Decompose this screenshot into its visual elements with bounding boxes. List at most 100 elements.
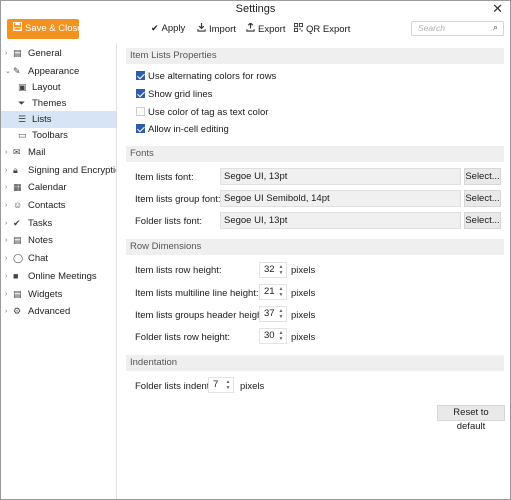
save-icon: [13, 19, 23, 39]
sidebar-label: Tasks: [28, 218, 53, 229]
sidebar: › ▤ General ⌄ ✎ Appearance ▣ Layout ⏷ Th…: [1, 43, 117, 499]
tag-color-checkbox[interactable]: Use color of tag as text color: [136, 106, 268, 120]
checkbox-checked[interactable]: [136, 124, 145, 133]
chevron-right-icon: ›: [5, 237, 8, 244]
search-icon: ⌕: [492, 22, 498, 32]
window-title: Settings: [235, 3, 276, 15]
chevron-right-icon: ›: [5, 149, 8, 156]
qr-export-label: QR Export: [306, 24, 351, 35]
sidebar-item-chat[interactable]: › ◯ Chat: [1, 250, 116, 267]
sidebar-item-mail[interactable]: › ✉ Mail: [1, 144, 116, 161]
sidebar-item-contacts[interactable]: › ☺ Contacts: [1, 197, 116, 214]
chevron-down-icon: ⌄: [5, 68, 11, 75]
sidebar-item-layout[interactable]: ▣ Layout: [1, 79, 116, 96]
folder-indent-spinner[interactable]: 7 ▲ ▼: [208, 377, 234, 393]
sidebar-item-themes[interactable]: ⏷ Themes: [1, 95, 116, 112]
title-bar: Settings ✕: [1, 1, 510, 19]
section-header-fonts: Fonts: [126, 146, 504, 162]
lock-icon: 🔒︎: [13, 165, 18, 175]
chevron-right-icon: ›: [5, 220, 8, 227]
import-icon: [197, 23, 206, 34]
chevron-right-icon: ›: [5, 291, 8, 298]
layout-icon: ▣: [18, 82, 27, 92]
spinner-arrows-icon[interactable]: ▲ ▼: [278, 308, 284, 321]
close-icon[interactable]: ✕: [492, 1, 503, 17]
chevron-right-icon: ›: [5, 50, 8, 57]
checkbox-unchecked[interactable]: [136, 107, 145, 116]
unit-label: pixels: [291, 288, 316, 299]
sidebar-item-widgets[interactable]: › ▤ Widgets: [1, 286, 116, 303]
sidebar-item-general[interactable]: › ▤ General: [1, 45, 116, 62]
unit-label: pixels: [240, 381, 265, 392]
spinner-arrows-icon[interactable]: ▲ ▼: [278, 264, 284, 277]
search-input[interactable]: Search ⌕: [411, 21, 504, 36]
chevron-right-icon: ›: [5, 255, 8, 262]
section-header-item-lists: Item Lists Properties: [126, 48, 504, 64]
alternating-colors-checkbox[interactable]: Use alternating colors for rows: [136, 70, 276, 84]
checkbox-label: Allow in-cell editing: [148, 124, 229, 135]
chevron-right-icon: ›: [5, 308, 8, 315]
folder-lists-font-label: Folder lists font:: [135, 216, 203, 227]
sidebar-item-lists[interactable]: ☰ Lists: [1, 111, 116, 128]
sidebar-item-toolbars[interactable]: ▭ Toolbars: [1, 127, 116, 144]
lists-icon: ☰: [18, 114, 27, 124]
unit-label: pixels: [291, 310, 316, 321]
themes-icon: ⏷: [18, 98, 26, 108]
item-lists-group-font-select-button[interactable]: Select...: [464, 190, 501, 207]
video-icon: ■: [13, 271, 19, 281]
sidebar-item-signing[interactable]: › 🔒︎ Signing and Encryption: [1, 162, 116, 179]
qr-export-button[interactable]: QR Export: [294, 23, 350, 35]
sidebar-item-tasks[interactable]: › ✔ Tasks: [1, 215, 116, 232]
chat-icon: ◯: [13, 253, 24, 263]
row-height-spinner[interactable]: 32 ▲ ▼: [259, 262, 287, 278]
groups-header-height-spinner[interactable]: 37 ▲ ▼: [259, 306, 287, 322]
save-close-button[interactable]: Save & Close: [7, 19, 83, 39]
checkbox-checked[interactable]: [136, 89, 145, 98]
gear-icon: ⚙: [13, 306, 22, 316]
spinner-arrows-icon[interactable]: ▲ ▼: [225, 379, 231, 392]
general-icon: ▤: [13, 48, 22, 58]
qr-code-icon: [294, 23, 303, 34]
tasks-icon: ✔: [13, 218, 21, 228]
export-button[interactable]: Export: [246, 22, 286, 35]
sidebar-label: Themes: [32, 98, 67, 109]
grid-lines-checkbox[interactable]: Show grid lines: [136, 88, 212, 102]
item-lists-font-field: Segoe UI, 13pt: [220, 168, 461, 185]
reset-to-default-button[interactable]: Reset to default: [437, 405, 505, 432]
sidebar-item-appearance[interactable]: ⌄ ✎ Appearance: [1, 63, 116, 80]
export-label: Export: [258, 24, 286, 35]
item-lists-group-font-field: Segoe UI Semibold, 14pt: [220, 190, 461, 207]
sidebar-item-notes[interactable]: › ▤ Notes: [1, 232, 116, 249]
folder-lists-font-select-button[interactable]: Select...: [464, 212, 501, 229]
sidebar-label: Advanced: [28, 306, 71, 317]
folder-indent-label: Folder lists indent:: [135, 381, 213, 392]
chevron-right-icon: ›: [5, 184, 8, 191]
sidebar-item-calendar[interactable]: › ▦ Calendar: [1, 179, 116, 196]
item-lists-font-label: Item lists font:: [135, 172, 194, 183]
checkbox-checked[interactable]: [136, 71, 145, 80]
multiline-height-spinner[interactable]: 21 ▲ ▼: [259, 284, 287, 300]
item-lists-font-select-button[interactable]: Select...: [464, 168, 501, 185]
checkbox-label: Use color of tag as text color: [148, 107, 269, 118]
spinner-arrows-icon[interactable]: ▲ ▼: [278, 286, 284, 299]
sidebar-label: Chat: [28, 253, 49, 264]
section-header-indentation: Indentation: [126, 355, 504, 371]
chevron-right-icon: ›: [5, 202, 8, 209]
sidebar-label: Contacts: [28, 200, 66, 211]
folder-row-height-spinner[interactable]: 30 ▲ ▼: [259, 328, 287, 344]
sidebar-label: Lists: [32, 114, 52, 125]
settings-window: Settings ✕ Save & Close ✔ Apply Import Ex…: [0, 0, 511, 500]
sidebar-item-online-meetings[interactable]: › ■ Online Meetings: [1, 268, 116, 285]
item-lists-group-font-label: Item lists group font:: [135, 194, 221, 205]
sidebar-item-advanced[interactable]: › ⚙ Advanced: [1, 303, 116, 320]
chevron-right-icon: ›: [5, 167, 8, 174]
spinner-arrows-icon[interactable]: ▲ ▼: [278, 330, 284, 343]
in-cell-editing-checkbox[interactable]: Allow in-cell editing: [136, 123, 229, 137]
check-icon: ✔: [151, 23, 159, 33]
apply-button[interactable]: ✔ Apply: [151, 23, 185, 34]
widgets-icon: ▤: [13, 289, 22, 299]
mail-icon: ✉: [13, 147, 21, 157]
sidebar-label: Calendar: [28, 182, 67, 193]
checkbox-label: Use alternating colors for rows: [148, 71, 277, 82]
import-button[interactable]: Import: [197, 23, 236, 35]
